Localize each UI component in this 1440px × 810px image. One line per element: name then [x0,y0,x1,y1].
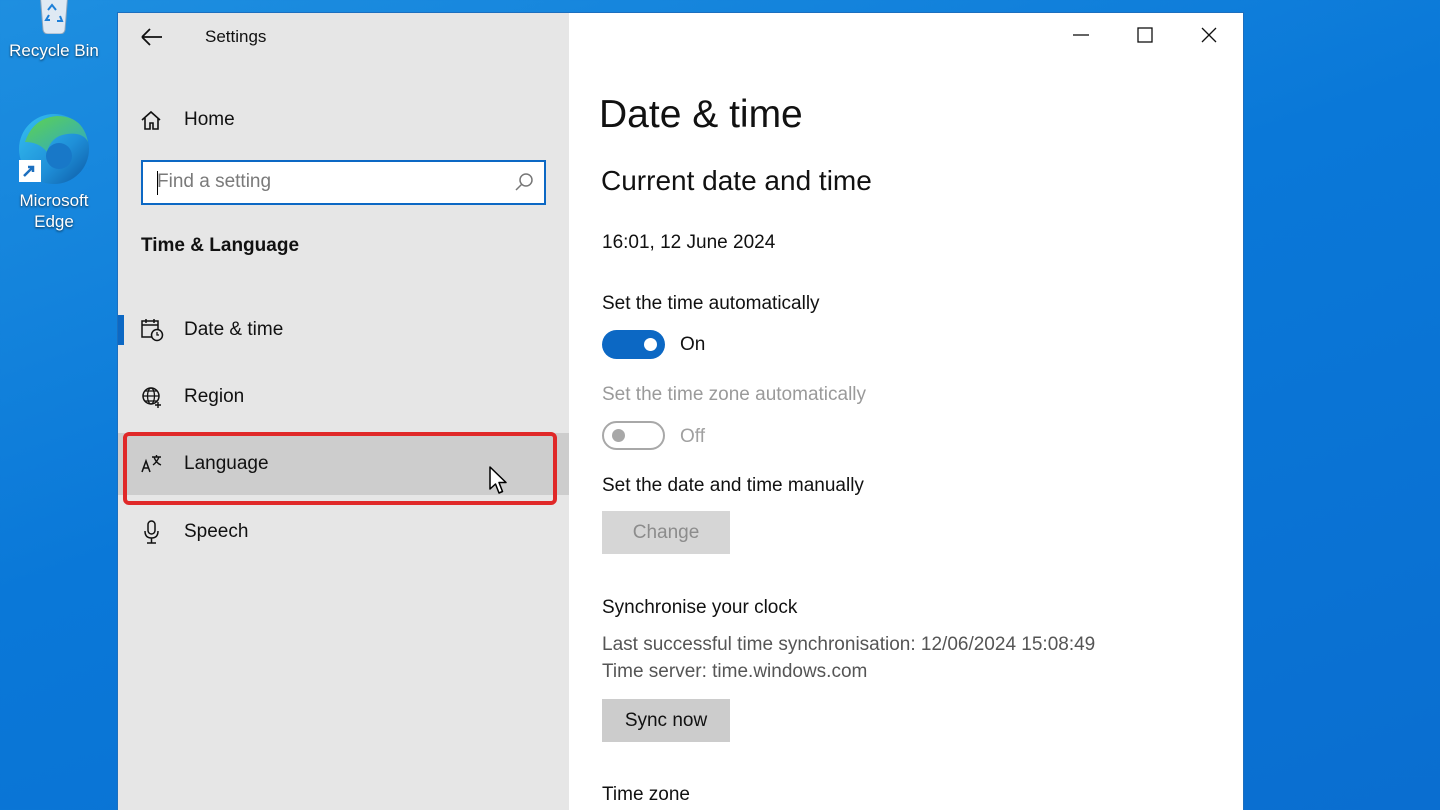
sync-now-button[interactable]: Sync now [602,699,730,742]
change-button[interactable]: Change [602,511,730,554]
sidebar-item-date-time[interactable]: Date & time [118,299,569,361]
recycle-bin-label: Recycle Bin [9,41,99,60]
recycle-bin-icon [34,0,74,35]
sidebar-item-label: Speech [184,521,249,542]
sidebar-item-region[interactable]: Region [118,366,569,428]
microphone-icon [140,520,164,544]
minimize-button[interactable] [1049,13,1113,57]
globe-icon [140,385,164,409]
calendar-clock-icon [140,318,164,342]
sidebar-item-home[interactable]: Home [140,103,235,137]
toggle-knob [612,429,625,442]
desktop-recycle-bin[interactable]: Recycle Bin [0,0,108,61]
auto-time-toggle[interactable] [602,330,665,359]
home-label: Home [184,109,235,130]
sidebar-item-label: Region [184,386,245,407]
sidebar-item-speech[interactable]: Speech [118,501,569,563]
section-heading-current: Current date and time [601,165,872,196]
maximize-button[interactable] [1113,13,1177,57]
mouse-cursor-icon [489,466,507,494]
sidebar: Settings Home Time & Language [118,13,569,810]
current-datetime: 16:01, 12 June 2024 [602,232,776,253]
edge-label-line1: Microsoft [19,191,89,210]
edge-icon [17,112,91,186]
auto-timezone-state: Off [680,426,705,447]
sync-heading: Synchronise your clock [602,597,798,618]
maximize-icon [1137,27,1153,43]
auto-timezone-toggle[interactable] [602,421,665,450]
home-icon [140,109,162,131]
manual-datetime-label: Set the date and time manually [602,475,864,496]
sidebar-item-label: Date & time [184,319,284,340]
desktop-microsoft-edge[interactable]: Microsoft Edge [0,112,108,232]
auto-time-state: On [680,334,706,355]
time-server-text: Time server: time.windows.com [602,661,868,682]
close-icon [1201,27,1217,43]
settings-window: Settings Home Time & Language [117,12,1244,810]
search-box[interactable] [141,160,546,205]
sidebar-section-title: Time & Language [141,235,300,256]
auto-time-label: Set the time automatically [602,293,820,314]
search-input[interactable] [157,170,497,194]
close-button[interactable] [1177,13,1241,57]
back-arrow-icon [141,28,162,46]
minimize-icon [1073,34,1089,36]
edge-label-line2: Edge [34,212,74,231]
last-sync-text: Last successful time synchronisation: 12… [602,634,1096,655]
content-pane: Date & time Current date and time 16:01,… [569,13,1243,810]
toggle-knob [644,338,657,351]
auto-timezone-label: Set the time zone automatically [602,384,867,405]
page-title: Date & time [599,93,803,136]
sidebar-item-label: Language [184,453,269,474]
search-icon[interactable] [514,172,534,192]
window-title: Settings [205,27,267,46]
timezone-heading: Time zone [602,784,690,805]
text-caret [157,171,158,195]
language-icon [140,452,164,476]
back-button[interactable] [138,25,166,49]
